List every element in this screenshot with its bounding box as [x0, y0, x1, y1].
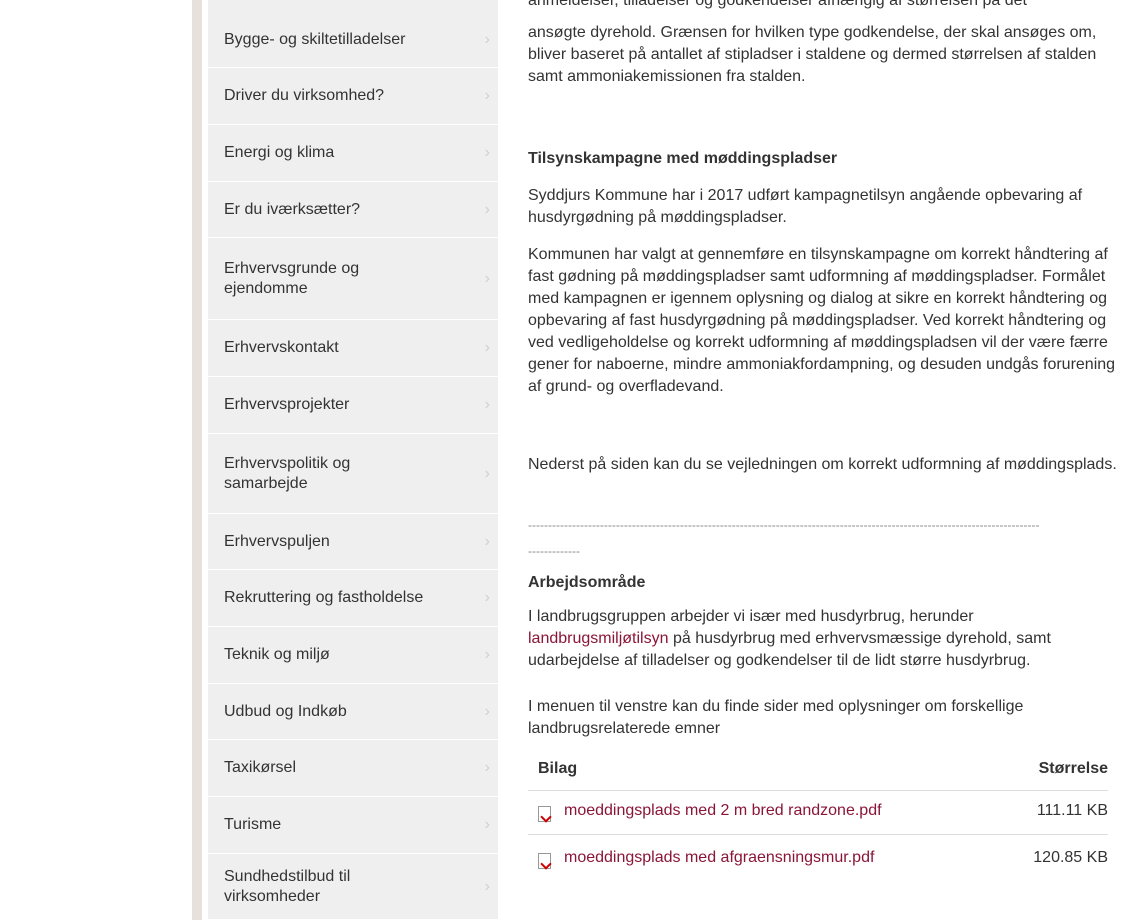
attachment-size: 111.11 KB	[1036, 802, 1108, 819]
sidebar-item-ivaerksaetter[interactable]: Er du iværksætter? ›	[208, 182, 498, 238]
attachment-link[interactable]: moeddingsplads med 2 m bred randzone.pdf	[564, 802, 882, 820]
sidebar-item-erhvervspolitik[interactable]: Erhvervspolitik og samarbejde ›	[208, 434, 498, 514]
column-header-stoerrelse: Størrelse	[1038, 760, 1108, 777]
landbrugsmiljoetilsyn-link[interactable]: landbrugsmiljøtilsyn	[528, 630, 669, 647]
chevron-right-icon: ›	[484, 532, 490, 550]
sidebar-item-rekruttering[interactable]: Rekruttering og fastholdelse ›	[208, 570, 498, 627]
chevron-right-icon: ›	[484, 589, 490, 606]
intro-paragraph: ansøgte dyrehold. Grænsen for hvilken ty…	[528, 24, 1097, 85]
sidebar-item-label: Teknik og miljø	[224, 646, 330, 663]
table-row: moeddingsplads med 2 m bred randzone.pdf…	[528, 802, 1108, 834]
sidebar-item-label: Rekruttering og fastholdelse	[224, 589, 424, 606]
chevron-right-icon: ›	[484, 759, 490, 776]
sidebar-item-driver[interactable]: Driver du virksomhed? ›	[208, 68, 498, 125]
sidebar-item-label: Driver du virksomhed?	[224, 87, 385, 104]
tilsyn-paragraph-2: Kommunen har valgt at gennemføre en tils…	[528, 246, 1116, 395]
chevron-right-icon: ›	[484, 269, 490, 287]
sidebar-item-sundhedstilbud[interactable]: Sundhedstilbud til virksomheder ›	[208, 854, 498, 920]
chevron-right-icon: ›	[484, 702, 490, 720]
pdf-file-icon	[538, 853, 551, 869]
chevron-right-icon: ›	[484, 816, 490, 833]
sidebar-item-taxikoersel[interactable]: Taxikørsel ›	[208, 740, 498, 797]
chevron-right-icon: ›	[484, 87, 490, 104]
sidebar-item-turisme[interactable]: Turisme ›	[208, 797, 498, 854]
sidebar-item-label: Energi og klima	[224, 144, 335, 161]
menu-hint-paragraph: I menuen til venstre kan du finde sider …	[528, 698, 1024, 737]
sidebar-item-label: Udbud og Indkøb	[224, 702, 347, 720]
sidebar-item-label: Taxikørsel	[224, 759, 297, 776]
sidebar-item-erhvervsgrunde[interactable]: Erhvervsgrunde og ejendomme ›	[208, 238, 498, 320]
chevron-right-icon: ›	[484, 877, 490, 895]
intro-cut-text: anmeldelser, tilladelser og godkendelser…	[528, 0, 1122, 12]
sidebar-item-label: Erhvervskontakt	[224, 339, 339, 356]
attachment-size: 120.85 KB	[1033, 849, 1108, 866]
sidebar-item-energi[interactable]: Energi og klima ›	[208, 125, 498, 182]
left-decorative-bar	[192, 0, 202, 920]
table-divider	[528, 834, 1108, 835]
sidebar-item-bygge[interactable]: Bygge- og skiltetilladelser ›	[208, 12, 498, 68]
sidebar-item-teknik[interactable]: Teknik og miljø ›	[208, 627, 498, 684]
attachment-link[interactable]: moeddingsplads med afgraensningsmur.pdf	[564, 849, 874, 867]
page-left-margin	[0, 0, 192, 920]
sidebar-item-label: Erhvervsgrunde og ejendomme	[224, 259, 360, 297]
sidebar-item-label: Turisme	[224, 816, 282, 833]
chevron-right-icon: ›	[484, 144, 490, 161]
sidebar-item-label: Erhvervsprojekter	[224, 396, 350, 413]
dashed-separator-cont: -------------	[528, 544, 580, 558]
chevron-right-icon: ›	[484, 646, 490, 663]
pdf-file-icon	[538, 806, 551, 822]
sidebar-item-erhvervsprojekter[interactable]: Erhvervsprojekter ›	[208, 377, 498, 434]
sidebar-item-erhvervspuljen[interactable]: Erhvervspuljen ›	[208, 514, 498, 570]
table-divider	[528, 790, 1108, 791]
main-content: anmeldelser, tilladelser og godkendelser…	[528, 0, 1122, 920]
sidebar-item-erhvervskontakt[interactable]: Erhvervskontakt ›	[208, 320, 498, 377]
sidebar-item-label: Er du iværksætter?	[224, 200, 361, 218]
chevron-right-icon: ›	[484, 30, 490, 48]
sidebar-item-label: Sundhedstilbud til virksomheder	[224, 867, 351, 905]
chevron-right-icon: ›	[484, 464, 490, 482]
sidebar-item-udbud[interactable]: Udbud og Indkøb ›	[208, 684, 498, 740]
table-row: moeddingsplads med afgraensningsmur.pdf …	[528, 849, 1108, 881]
column-header-bilag: Bilag	[538, 760, 578, 777]
tilsyn-paragraph-3: Nederst på siden kan du se vejledningen …	[528, 456, 1117, 473]
chevron-right-icon: ›	[484, 200, 490, 218]
chevron-right-icon: ›	[484, 339, 490, 356]
arbejd-paragraph: I landbrugsgruppen arbejder vi især med …	[528, 606, 1122, 672]
sidebar-item-label: Bygge- og skiltetilladelser	[224, 30, 406, 48]
dashed-separator: ----------------------------------------…	[528, 518, 1040, 532]
intro-cut-line: anmeldelser, tilladelser og godkendelser…	[528, 0, 1027, 9]
sidebar-nav: Bygge- og skiltetilladelser › Driver du …	[208, 0, 498, 920]
sidebar-item-label: Erhvervspuljen	[224, 532, 330, 550]
sidebar-item-label: Erhvervspolitik og samarbejde	[224, 454, 351, 492]
heading-arbejdsomraade: Arbejdsområde	[528, 574, 646, 591]
tilsyn-paragraph-1: Syddjurs Kommune har i 2017 udført kampa…	[528, 187, 1083, 226]
arbejd-text-pre: I landbrugsgruppen arbejder vi især med …	[528, 608, 974, 625]
chevron-right-icon: ›	[484, 396, 490, 413]
heading-tilsynskampagne: Tilsynskampagne med møddingspladser	[528, 150, 838, 167]
